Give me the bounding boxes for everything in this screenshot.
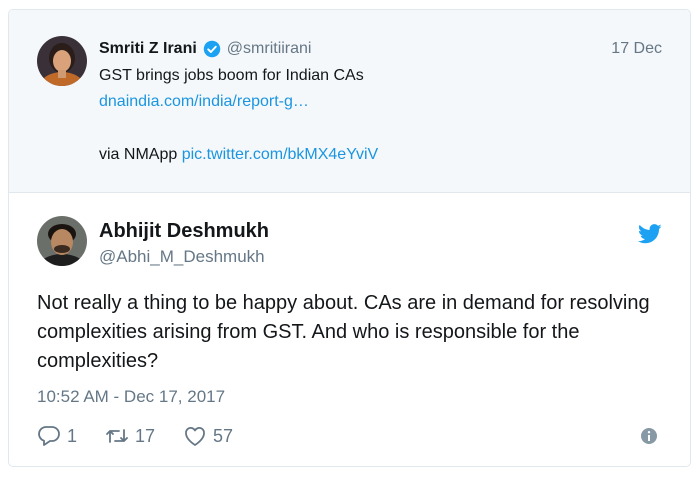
quoted-author-name[interactable]: Smriti Z Irani [99, 40, 197, 58]
quoted-tweet-date[interactable]: 17 Dec [611, 40, 662, 58]
quoted-article-link[interactable]: dnaindia.com/india/report-g… [99, 93, 309, 111]
reply-icon [38, 426, 60, 446]
quoted-via-line: via NMApp pic.twitter.com/bkMX4eYviV [99, 146, 378, 164]
quoted-author-handle[interactable]: @smritiirani [227, 40, 312, 58]
reply-author-handle[interactable]: @Abhi_M_Deshmukh [99, 247, 265, 267]
like-button[interactable]: 57 [183, 425, 233, 447]
reply-author-name[interactable]: Abhijit Deshmukh [99, 220, 269, 243]
quoted-tweet[interactable]: Smriti Z Irani @smritiirani 17 Dec GST b… [9, 10, 690, 193]
info-icon[interactable] [640, 427, 658, 445]
quoted-via-prefix: via NMApp [99, 146, 182, 163]
reply-tweet-timestamp[interactable]: 10:52 AM - Dec 17, 2017 [37, 387, 225, 407]
reply-tweet-text: Not really a thing to be happy about. CA… [37, 292, 650, 372]
verified-badge-icon [203, 40, 221, 58]
like-count: 57 [213, 425, 234, 446]
quoted-tweet-header: Smriti Z Irani @smritiirani [99, 38, 311, 60]
twitter-bird-icon[interactable] [638, 224, 662, 244]
reply-author-avatar[interactable] [37, 216, 87, 266]
quoted-pic-link[interactable]: pic.twitter.com/bkMX4eYviV [182, 146, 379, 163]
quoted-author-avatar[interactable] [37, 36, 87, 86]
retweet-count: 17 [135, 425, 156, 446]
like-icon [185, 427, 205, 446]
retweet-button[interactable]: 17 [105, 425, 155, 447]
reply-button[interactable]: 1 [37, 425, 77, 447]
quoted-tweet-text: GST brings jobs boom for Indian CAs [99, 67, 364, 84]
retweet-icon [106, 429, 128, 443]
reply-count: 1 [67, 425, 78, 446]
tweet-embed-card: Smriti Z Irani @smritiirani 17 Dec GST b… [8, 9, 691, 467]
tweet-actions: 1 17 57 [37, 424, 261, 448]
